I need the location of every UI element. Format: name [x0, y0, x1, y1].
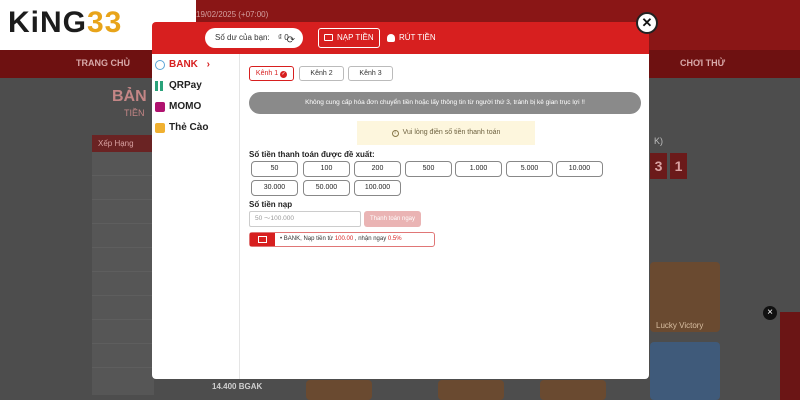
amount-option[interactable]: 200 — [354, 161, 401, 177]
game-tile[interactable] — [540, 380, 606, 400]
promo-text-part: BANK, Nạp tiền từ — [283, 236, 334, 242]
amount-option[interactable]: 50.000 — [303, 180, 350, 196]
channel-label: Kênh 2 — [310, 70, 333, 77]
wallet-icon — [324, 34, 333, 41]
tab-withdraw-label: RÚT TIỀN — [399, 33, 436, 42]
qr-icon — [155, 81, 165, 91]
promo-min-amount: 100.00 — [334, 236, 354, 242]
channel-label: Kênh 1 — [255, 70, 279, 77]
chevron-right-icon: › — [206, 59, 211, 70]
sidebar-item-card[interactable]: Thẻ Cào — [152, 117, 239, 138]
amount-option[interactable]: 30.000 — [251, 180, 298, 196]
ranking-amount: 14.400 BGAK — [212, 382, 263, 391]
tab-withdraw[interactable]: RÚT TIỀN — [385, 28, 436, 48]
deposit-amount-label: Số tiền nạp — [249, 200, 293, 209]
info-icon: i — [391, 130, 399, 137]
background-subtitle: TIỀN — [124, 108, 145, 118]
tab-channel-1[interactable]: Kênh 1 ✓ — [249, 66, 294, 81]
balance-label: Số dư của bạn: — [215, 33, 270, 42]
banner-close-icon[interactable]: × — [763, 306, 777, 320]
promo-text: • BANK, Nạp tiền từ 100.00 , nhận ngay 0… — [280, 233, 402, 246]
ranking-header: Xếp Hạng — [92, 135, 154, 152]
promo-rate: 0.5% — [387, 236, 402, 242]
sidebar-item-qrpay[interactable]: QRPay — [152, 75, 239, 96]
nav-home[interactable]: TRANG CHỦ — [76, 58, 130, 68]
sidebar-item-label: Thẻ Cào — [169, 122, 209, 133]
amount-option[interactable]: 5.000 — [506, 161, 553, 177]
side-banner — [780, 312, 800, 400]
notice-text: Vui lòng điền số tiền thanh toán — [402, 129, 501, 136]
suggested-amount-label: Số tiền thanh toán được đề xuất: — [249, 150, 375, 159]
sidebar-item-label: BANK — [169, 59, 198, 70]
jackpot-digits: 3 1 — [650, 153, 687, 179]
amount-option[interactable]: 50 — [251, 161, 298, 177]
bank-icon — [155, 60, 165, 70]
check-icon: ✓ — [280, 71, 288, 78]
modal-header: Số dư của bạn: ₫ 0 ⟳ NẠP TIỀN RÚT TIỀN — [152, 22, 649, 54]
gift-icon — [250, 233, 275, 246]
amount-option[interactable]: 10.000 — [556, 161, 603, 177]
game-tile-label: Lucky Victory — [656, 321, 704, 330]
jackpot-label: K) — [654, 136, 663, 146]
money-bag-icon — [387, 34, 395, 42]
game-tile[interactable] — [306, 380, 372, 400]
sidebar-item-bank[interactable]: BANK › — [152, 54, 239, 75]
tab-channel-3[interactable]: Kênh 3 — [348, 66, 393, 81]
promo-text-part: , nhận ngay — [354, 236, 387, 242]
logo[interactable]: KiNG33 — [8, 6, 122, 40]
sidebar-item-label: MOMO — [169, 101, 202, 112]
background-title: BẢN — [112, 88, 147, 105]
jackpot-digit: 1 — [670, 153, 687, 179]
sidebar-item-label: QRPay — [169, 80, 202, 91]
security-warning: Không cung cấp hóa đơn chuyển tiền hoặc … — [249, 92, 641, 114]
refresh-icon[interactable]: ⟳ — [287, 31, 295, 51]
amount-option[interactable]: 500 — [405, 161, 452, 177]
channel-label: Kênh 3 — [359, 70, 382, 77]
deposit-amount-input[interactable]: 50 ～100.000 — [249, 211, 361, 227]
amount-option[interactable]: 100.000 — [354, 180, 401, 196]
game-tile[interactable] — [438, 380, 504, 400]
tab-channel-2[interactable]: Kênh 2 — [299, 66, 344, 81]
amount-option[interactable]: 1.000 — [455, 161, 502, 177]
tab-deposit-label: NẠP TIỀN — [337, 33, 374, 42]
pay-now-button[interactable]: Thanh toán ngay — [364, 211, 421, 227]
payment-method-sidebar: BANK › QRPay MOMO Thẻ Cào — [152, 54, 240, 379]
amount-notice: i Vui lòng điền số tiền thanh toán — [357, 121, 535, 145]
sidebar-item-momo[interactable]: MOMO — [152, 96, 239, 117]
balance-display: Số dư của bạn: ₫ 0 ⟳ — [205, 28, 303, 48]
ranking-panel: Xếp Hạng — [92, 135, 154, 395]
jackpot-digit: 3 — [650, 153, 667, 179]
promo-banner: • BANK, Nạp tiền từ 100.00 , nhận ngay 0… — [249, 232, 435, 247]
date-time: 19/02/2025 (+07:00) — [196, 10, 269, 19]
close-modal-button[interactable]: ✕ — [636, 12, 658, 34]
card-icon — [155, 123, 165, 133]
promo-bullet: • — [280, 236, 283, 242]
deposit-modal: Số dư của bạn: ₫ 0 ⟳ NẠP TIỀN RÚT TIỀN B… — [152, 22, 649, 379]
tab-deposit[interactable]: NẠP TIỀN — [318, 28, 380, 48]
momo-icon — [155, 102, 165, 112]
nav-try[interactable]: CHƠI THỬ — [680, 58, 725, 68]
game-tile[interactable] — [650, 342, 720, 400]
amount-option[interactable]: 100 — [303, 161, 350, 177]
